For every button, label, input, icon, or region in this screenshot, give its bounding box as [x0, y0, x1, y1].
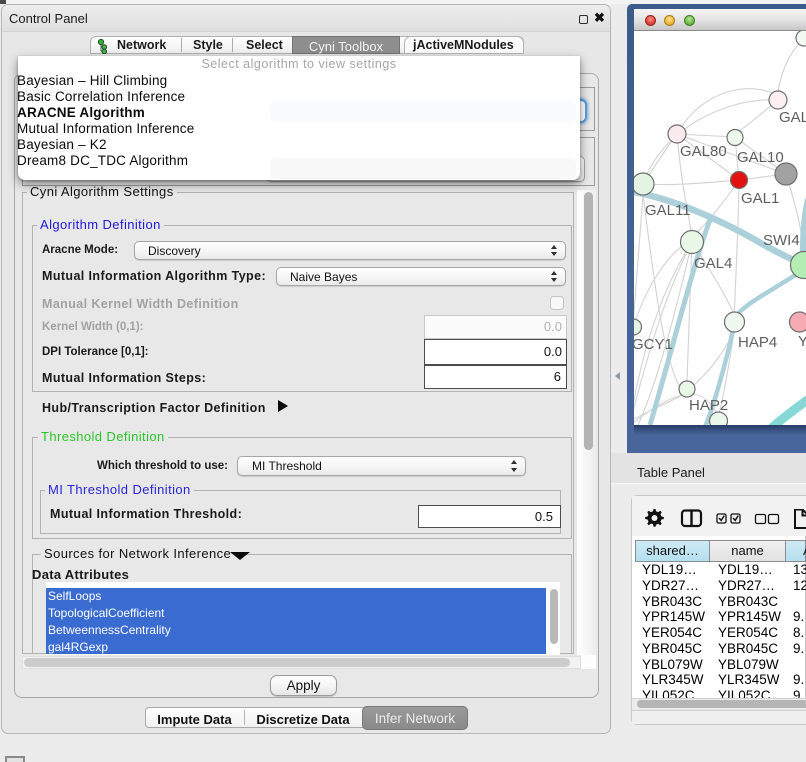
- svg-text:HAP2: HAP2: [689, 397, 728, 414]
- svg-text:SWI4: SWI4: [763, 232, 800, 249]
- svg-text:GAL10: GAL10: [737, 149, 784, 166]
- svg-text:GAL4: GAL4: [694, 255, 732, 272]
- svg-text:GAL: GAL: [779, 109, 806, 126]
- svg-text:GAL80: GAL80: [680, 143, 727, 160]
- svg-text:GAL1: GAL1: [741, 190, 779, 207]
- svg-text:Y: Y: [798, 333, 806, 350]
- svg-text:GAL11: GAL11: [645, 202, 691, 219]
- svg-text:GCY1: GCY1: [634, 336, 673, 353]
- svg-text:HAP4: HAP4: [738, 334, 777, 351]
